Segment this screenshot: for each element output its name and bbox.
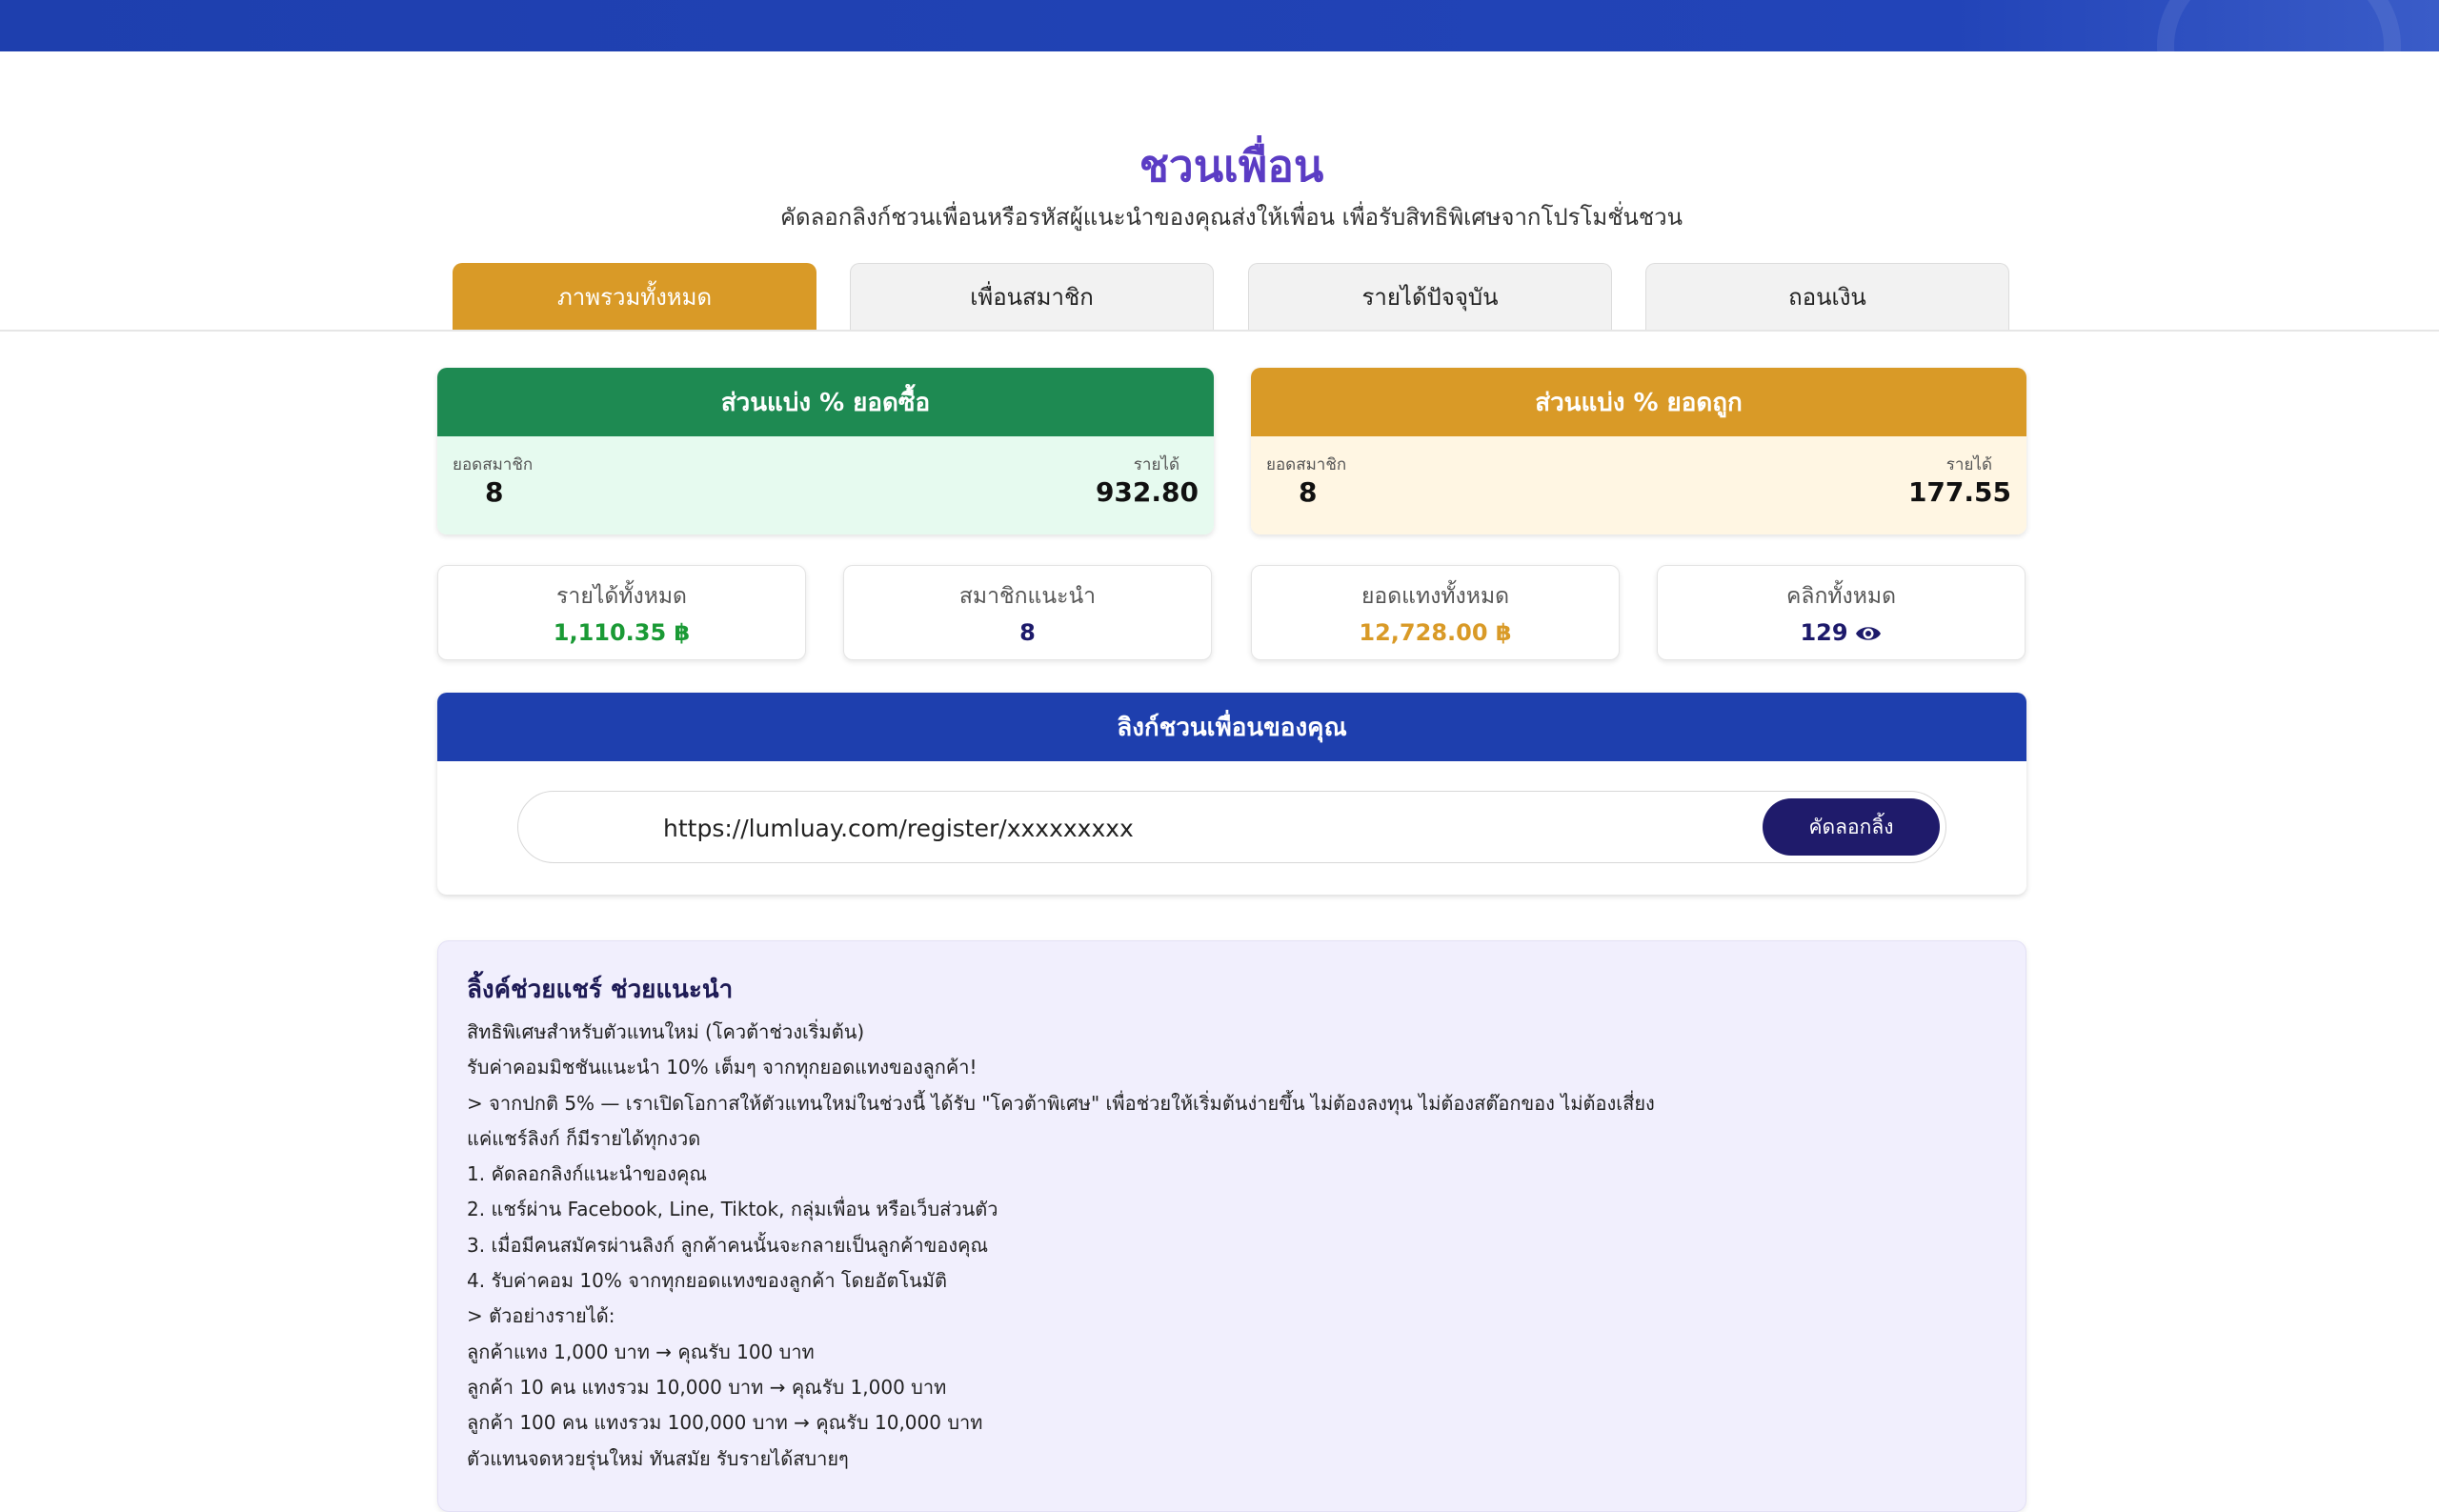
page-subtitle: คัดลอกลิงก์ชวนเพื่อนหรือรหัสผู้แนะนำของค… [779,204,1683,231]
stat-value: 129 [1800,619,1848,646]
info-line: 3. เมื่อมีคนสมัครผ่านลิงก์ ลูกค้าคนนั้นจ… [467,1233,989,1257]
stat-label: คลิกทั้งหมด [1785,584,1897,609]
info-line: ตัวแทนจดหวยรุ่นใหม่ ทันสมัย รับรายได้สบา… [467,1446,849,1470]
share-card-title: ส่วนแบ่ง % ยอดซื้อ [437,368,1214,436]
member-value: 8 [1299,476,1318,508]
header-decoration [2157,0,2401,51]
tab-members[interactable]: เพื่อนสมาชิก [850,263,1214,330]
member-label: ยอดสมาชิก [453,455,534,474]
income-value: 177.55 [1907,476,2011,508]
income-label: รายได้ [1133,455,1179,474]
tab-withdraw[interactable]: ถอนเงิน [1645,263,2009,330]
info-line: สิทธิพิเศษสำหรับตัวแทนใหม่ (โควต้าช่วงเร… [467,1020,865,1043]
stat-total-clicks: คลิกทั้งหมด 129 [1657,565,2026,660]
info-line: 1. คัดลอกลิงก์แนะนำของคุณ [467,1162,707,1186]
info-line: ลูกค้าแทง 1,000 บาท → คุณรับ 100 บาท [467,1340,815,1363]
tab-current-income[interactable]: รายได้ปัจจุบัน [1248,263,1612,330]
referral-link-input[interactable] [661,792,1713,864]
share-card-body: ยอดสมาชิก 8 รายได้ 177.55 [1251,436,2026,534]
referral-link-card: ลิงก์ชวนเพื่อนของคุณ คัดลอกลิ้ง [437,693,2026,895]
stat-label: สมาชิกแนะนำ [958,584,1097,609]
share-card-purchase: ส่วนแบ่ง % ยอดซื้อ ยอดสมาชิก 8 รายได้ 93… [437,368,1214,534]
info-title: ลิ้งค์ช่วยแชร์ ช่วยแนะนำ [467,976,734,1004]
stat-value: 12,728.00 ฿ [1359,619,1512,646]
stat-value: 1,110.35 ฿ [553,619,691,646]
eye-icon [1854,623,1883,650]
referral-link-box: คัดลอกลิ้ง [517,791,1946,864]
member-value: 8 [485,476,504,508]
stat-value-row: 129 [1658,619,2025,650]
info-line: > จากปกติ 5% — เราเปิดโอกาสให้ตัวแทนใหม่… [467,1091,1655,1115]
info-line: 2. แชร์ผ่าน Facebook, Line, Tiktok, กลุ่… [467,1198,998,1221]
stat-referred-members: สมาชิกแนะนำ 8 [843,565,1212,660]
info-line: 4. รับค่าคอม 10% จากทุกยอดแทงของลูกค้า โ… [467,1269,947,1293]
page-title: ชวนเพื่อน [1139,140,1324,192]
info-line: ลูกค้า 100 คน แทงรวม 100,000 บาท → คุณรั… [467,1411,983,1435]
referral-info-card: ลิ้งค์ช่วยแชร์ ช่วยแนะนำ สิทธิพิเศษสำหรั… [437,940,2026,1512]
info-line: รับค่าคอมมิชชันแนะนำ 10% เต็มๆ จากทุกยอด… [467,1056,978,1079]
income-label: รายได้ [1945,455,1992,474]
top-bar [0,0,2439,51]
info-line: > ตัวอย่างรายได้: [467,1304,615,1328]
referral-link-title: ลิงก์ชวนเพื่อนของคุณ [437,693,2026,761]
share-card-winning: ส่วนแบ่ง % ยอดถูก ยอดสมาชิก 8 รายได้ 177… [1251,368,2026,534]
tabs-divider [0,330,2439,332]
info-line: ลูกค้า 10 คน แทงรวม 10,000 บาท → คุณรับ … [467,1375,947,1399]
copy-link-button[interactable]: คัดลอกลิ้ง [1763,798,1940,856]
tab-overview[interactable]: ภาพรวมทั้งหมด [453,263,816,330]
stat-label: รายได้ทั้งหมด [556,584,687,609]
stat-total-income: รายได้ทั้งหมด 1,110.35 ฿ [437,565,806,660]
income-value: 932.80 [1095,476,1199,508]
info-line: แค่แชร์ลิงก์ ก็มีรายได้ทุกงวด [467,1126,701,1150]
share-card-body: ยอดสมาชิก 8 รายได้ 932.80 [437,436,1214,534]
stat-value: 8 [1019,619,1036,646]
member-label: ยอดสมาชิก [1266,455,1347,474]
stat-label: ยอดแทงทั้งหมด [1361,584,1510,609]
stat-total-bets: ยอดแทงทั้งหมด 12,728.00 ฿ [1251,565,1620,660]
share-card-title: ส่วนแบ่ง % ยอดถูก [1251,368,2026,436]
